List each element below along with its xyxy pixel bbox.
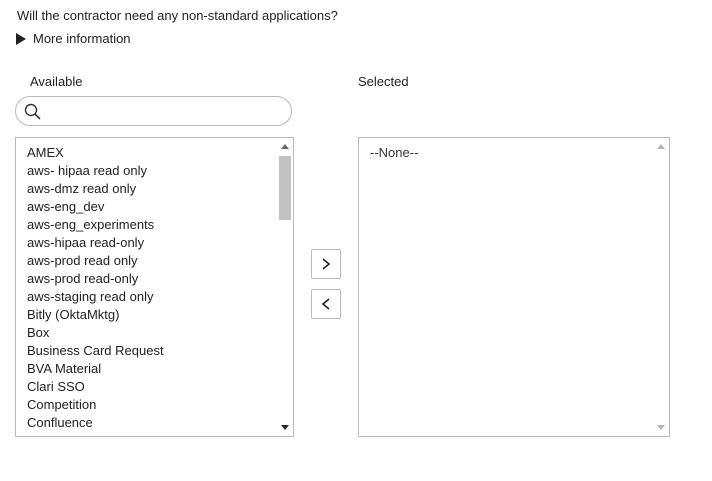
list-item[interactable]: Business Card Request xyxy=(27,342,293,360)
list-item[interactable]: aws-staging read only xyxy=(27,288,293,306)
list-item[interactable]: aws-prod read only xyxy=(27,252,293,270)
selected-label: Selected xyxy=(358,74,409,89)
available-scrollbar[interactable] xyxy=(277,138,293,436)
selected-scrollbar xyxy=(653,138,669,436)
available-listbox[interactable]: AMEX aws- hipaa read only aws-dmz read onl… xyxy=(15,137,294,437)
list-item[interactable]: aws- hipaa read only xyxy=(27,162,293,180)
list-item[interactable]: Box xyxy=(27,324,293,342)
scroll-up-icon[interactable] xyxy=(281,144,289,149)
available-search[interactable] xyxy=(15,96,292,126)
list-item[interactable]: Bitly (OktaMktg) xyxy=(27,306,293,324)
list-item[interactable]: aws-eng_experiments xyxy=(27,216,293,234)
list-item[interactable]: aws-prod read-only xyxy=(27,270,293,288)
question-text: Will the contractor need any non-standar… xyxy=(17,8,338,23)
list-item[interactable]: Confluence xyxy=(27,414,293,432)
available-label: Available xyxy=(30,74,83,89)
chevron-left-icon xyxy=(321,298,330,310)
list-item[interactable]: aws-dmz read only xyxy=(27,180,293,198)
list-item[interactable]: Competition xyxy=(27,396,293,414)
expand-triangle-icon xyxy=(16,32,26,45)
scroll-down-icon xyxy=(657,425,665,430)
list-item[interactable]: --None-- xyxy=(370,144,669,162)
more-information-toggle[interactable]: More information xyxy=(16,31,131,46)
search-input[interactable] xyxy=(46,101,285,123)
list-item[interactable]: aws-hipaa read-only xyxy=(27,234,293,252)
list-item[interactable]: Clari SSO xyxy=(27,378,293,396)
list-item[interactable]: AMEX xyxy=(27,144,293,162)
chevron-right-icon xyxy=(322,258,331,270)
scroll-up-icon xyxy=(657,144,665,149)
scroll-down-icon[interactable] xyxy=(281,425,289,430)
add-selected-button[interactable] xyxy=(311,249,341,279)
more-information-label: More information xyxy=(33,31,131,46)
list-item[interactable]: BVA Material xyxy=(27,360,293,378)
scroll-thumb[interactable] xyxy=(279,156,291,220)
search-icon xyxy=(24,103,41,120)
list-item[interactable]: aws-eng_dev xyxy=(27,198,293,216)
selected-listbox[interactable]: --None-- xyxy=(358,137,670,437)
remove-selected-button[interactable] xyxy=(311,289,341,319)
